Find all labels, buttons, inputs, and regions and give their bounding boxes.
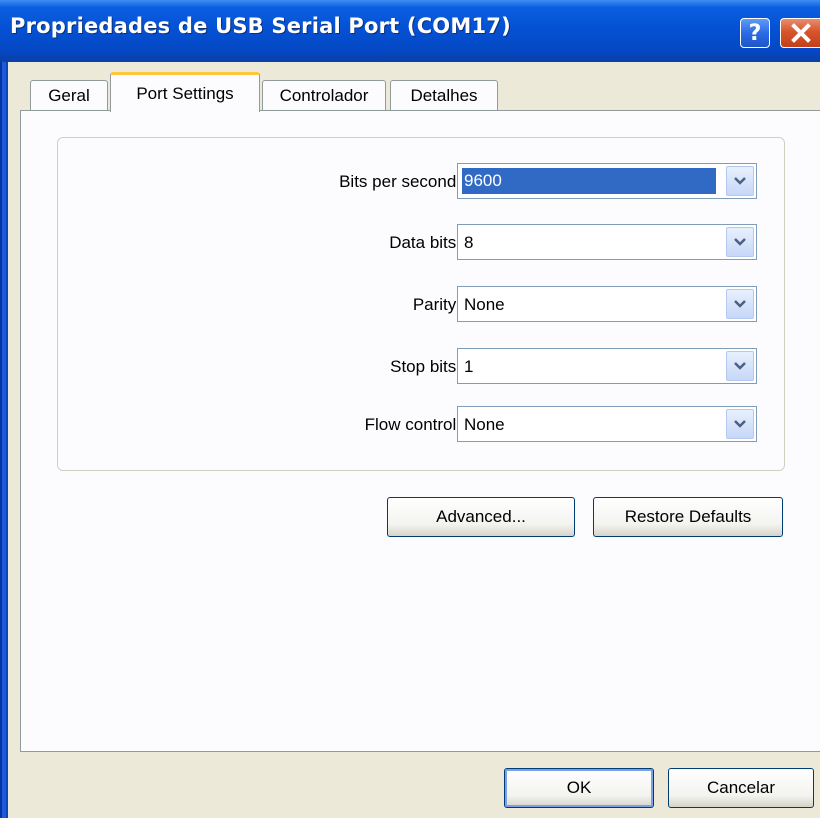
help-button[interactable]: ? (740, 18, 770, 48)
chevron-down-icon (734, 420, 746, 428)
advanced-button[interactable]: Advanced... (387, 497, 575, 537)
data-bits-value: 8 (464, 233, 474, 252)
window-frame-left (0, 62, 8, 818)
stop-bits-label: Stop bits: (390, 357, 461, 376)
flow-control-select[interactable]: None (457, 406, 757, 442)
port-settings-panel: Bits per second: 9600 Data bits: 8 Parit… (20, 110, 820, 752)
chevron-down-icon (734, 177, 746, 185)
stop-bits-select[interactable]: 1 (457, 348, 757, 384)
dropdown-button[interactable] (726, 227, 754, 257)
parity-value: None (464, 295, 505, 314)
dropdown-button[interactable] (726, 289, 754, 319)
help-icon: ? (748, 20, 762, 46)
dropdown-button[interactable] (726, 409, 754, 439)
tab-geral[interactable]: Geral (30, 80, 108, 110)
data-bits-select[interactable]: 8 (457, 224, 757, 260)
tab-port-settings[interactable]: Port Settings (110, 72, 260, 112)
close-icon (790, 23, 811, 43)
ok-button[interactable]: OK (504, 768, 654, 808)
close-button[interactable] (780, 18, 820, 48)
tab-detalhes[interactable]: Detalhes (390, 80, 498, 110)
dropdown-button[interactable] (726, 351, 754, 381)
parity-label: Parity: (412, 295, 461, 314)
properties-dialog: Propriedades de USB Serial Port (COM17) … (0, 0, 820, 818)
data-bits-label: Data bits: (389, 233, 461, 252)
dropdown-button[interactable] (726, 166, 754, 196)
tab-controlador[interactable]: Controlador (262, 80, 386, 110)
parity-select[interactable]: None (457, 286, 757, 322)
bits-per-second-select[interactable]: 9600 (457, 163, 757, 199)
bits-per-second-label: Bits per second: (339, 172, 461, 191)
stop-bits-value: 1 (464, 357, 474, 376)
restore-defaults-button[interactable]: Restore Defaults (593, 497, 783, 537)
chevron-down-icon (734, 362, 746, 370)
window-title: Propriedades de USB Serial Port (COM17) (10, 14, 511, 38)
cancel-button[interactable]: Cancelar (668, 768, 814, 808)
chevron-down-icon (734, 238, 746, 246)
chevron-down-icon (734, 300, 746, 308)
flow-control-label: Flow control: (364, 415, 461, 434)
bits-per-second-value: 9600 (462, 168, 716, 194)
flow-control-value: None (464, 415, 505, 434)
title-bar[interactable]: Propriedades de USB Serial Port (COM17) … (0, 0, 820, 62)
